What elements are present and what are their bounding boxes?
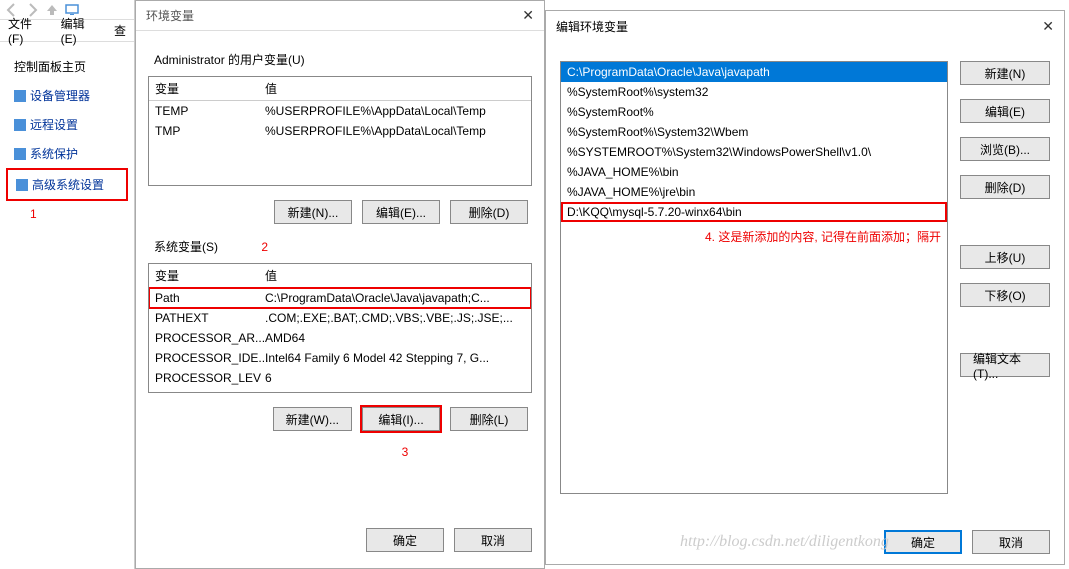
edit-button[interactable]: 编辑(E) xyxy=(960,99,1050,123)
user-new-button[interactable]: 新建(N)... xyxy=(274,200,352,224)
side-links: 控制面板主页 设备管理器 远程设置 系统保护 高级系统设置 1 xyxy=(0,42,134,231)
annotation-4: 4. 这是新添加的内容, 记得在前面添加；隔开 xyxy=(561,222,947,251)
list-item[interactable]: %SystemRoot% xyxy=(561,102,947,122)
move-down-button[interactable]: 下移(O) xyxy=(960,283,1050,307)
table-row[interactable]: PROCESSOR_IDE...Intel64 Family 6 Model 4… xyxy=(149,348,531,368)
list-item[interactable]: C:\ProgramData\Oracle\Java\javapath xyxy=(561,62,947,82)
table-row[interactable]: TMP%USERPROFILE%\AppData\Local\Temp xyxy=(149,121,531,141)
explorer-sidebar: 文件(F) 编辑(E) 查 控制面板主页 设备管理器 远程设置 系统保护 高级系… xyxy=(0,0,135,569)
edit-env-dialog: 编辑环境变量 ✕ C:\ProgramData\Oracle\Java\java… xyxy=(545,10,1065,565)
link-advanced-settings[interactable]: 高级系统设置 xyxy=(6,168,128,201)
shield-icon xyxy=(14,119,26,131)
col-variable[interactable]: 变量 xyxy=(149,77,259,100)
shield-icon xyxy=(14,90,26,102)
list-item[interactable]: %SYSTEMROOT%\System32\WindowsPowerShell\… xyxy=(561,142,947,162)
user-edit-button[interactable]: 编辑(E)... xyxy=(362,200,440,224)
menu-edit[interactable]: 编辑(E) xyxy=(57,13,104,48)
table-row[interactable]: PATHEXT.COM;.EXE;.BAT;.CMD;.VBS;.VBE;.JS… xyxy=(149,308,531,328)
system-vars-list[interactable]: 变量 值 PathC:\ProgramData\Oracle\Java\java… xyxy=(148,263,532,393)
col-value[interactable]: 值 xyxy=(259,77,531,100)
link-system-protection[interactable]: 系统保护 xyxy=(6,139,128,168)
menu-file[interactable]: 文件(F) xyxy=(4,13,51,48)
table-row[interactable]: TEMP%USERPROFILE%\AppData\Local\Temp xyxy=(149,101,531,121)
link-device-manager[interactable]: 设备管理器 xyxy=(6,81,128,110)
dialog-title-bar: 环境变量 ✕ xyxy=(136,1,544,31)
close-icon[interactable]: ✕ xyxy=(522,7,534,24)
link-control-panel-home[interactable]: 控制面板主页 xyxy=(6,52,128,81)
annotation-2: 2 xyxy=(261,240,268,254)
move-up-button[interactable]: 上移(U) xyxy=(960,245,1050,269)
path-list[interactable]: C:\ProgramData\Oracle\Java\javapath %Sys… xyxy=(560,61,948,494)
annotation-1: 1 xyxy=(6,207,128,221)
list-item-new[interactable]: D:\KQQ\mysql-5.7.20-winx64\bin xyxy=(561,202,947,222)
dialog-title: 编辑环境变量 xyxy=(556,18,628,35)
list-item[interactable]: %SystemRoot%\System32\Wbem xyxy=(561,122,947,142)
edit-text-button[interactable]: 编辑文本(T)... xyxy=(960,353,1050,377)
new-button[interactable]: 新建(N) xyxy=(960,61,1050,85)
annotation-3: 3 xyxy=(278,445,532,459)
cancel-button[interactable]: 取消 xyxy=(972,530,1050,554)
list-item[interactable]: %JAVA_HOME%\jre\bin xyxy=(561,182,947,202)
user-delete-button[interactable]: 删除(D) xyxy=(450,200,528,224)
close-icon[interactable]: ✕ xyxy=(1042,18,1054,35)
delete-button[interactable]: 删除(D) xyxy=(960,175,1050,199)
browse-button[interactable]: 浏览(B)... xyxy=(960,137,1050,161)
cancel-button[interactable]: 取消 xyxy=(454,528,532,552)
dialog-title-bar: 编辑环境变量 ✕ xyxy=(546,11,1064,41)
list-item[interactable]: %JAVA_HOME%\bin xyxy=(561,162,947,182)
list-item[interactable]: %SystemRoot%\system32 xyxy=(561,82,947,102)
dialog-title: 环境变量 xyxy=(146,7,194,24)
ok-button[interactable]: 确定 xyxy=(884,530,962,554)
link-remote-settings[interactable]: 远程设置 xyxy=(6,110,128,139)
list-header: 变量 值 xyxy=(149,264,531,288)
list-header: 变量 值 xyxy=(149,77,531,101)
table-row[interactable]: PROCESSOR_LEV6 xyxy=(149,368,531,388)
user-vars-label: Administrator 的用户变量(U) xyxy=(154,51,532,68)
sys-new-button[interactable]: 新建(W)... xyxy=(273,407,352,431)
shield-icon xyxy=(16,179,28,191)
side-buttons: 新建(N) 编辑(E) 浏览(B)... 删除(D) 上移(U) 下移(O) 编… xyxy=(960,61,1050,494)
col-value[interactable]: 值 xyxy=(259,264,531,287)
table-row-path[interactable]: PathC:\ProgramData\Oracle\Java\javapath;… xyxy=(149,288,531,308)
env-variables-dialog: 环境变量 ✕ Administrator 的用户变量(U) 变量 值 TEMP%… xyxy=(135,0,545,569)
col-variable[interactable]: 变量 xyxy=(149,264,259,287)
sys-edit-button[interactable]: 编辑(I)... xyxy=(362,407,440,431)
user-vars-list[interactable]: 变量 值 TEMP%USERPROFILE%\AppData\Local\Tem… xyxy=(148,76,532,186)
table-row[interactable]: PROCESSOR_AR...AMD64 xyxy=(149,328,531,348)
menu-view[interactable]: 查 xyxy=(110,20,130,41)
sys-delete-button[interactable]: 删除(L) xyxy=(450,407,528,431)
shield-icon xyxy=(14,148,26,160)
ok-button[interactable]: 确定 xyxy=(366,528,444,552)
system-vars-label: 系统变量(S) 2 xyxy=(154,238,532,255)
menu-bar: 文件(F) 编辑(E) 查 xyxy=(0,20,134,42)
